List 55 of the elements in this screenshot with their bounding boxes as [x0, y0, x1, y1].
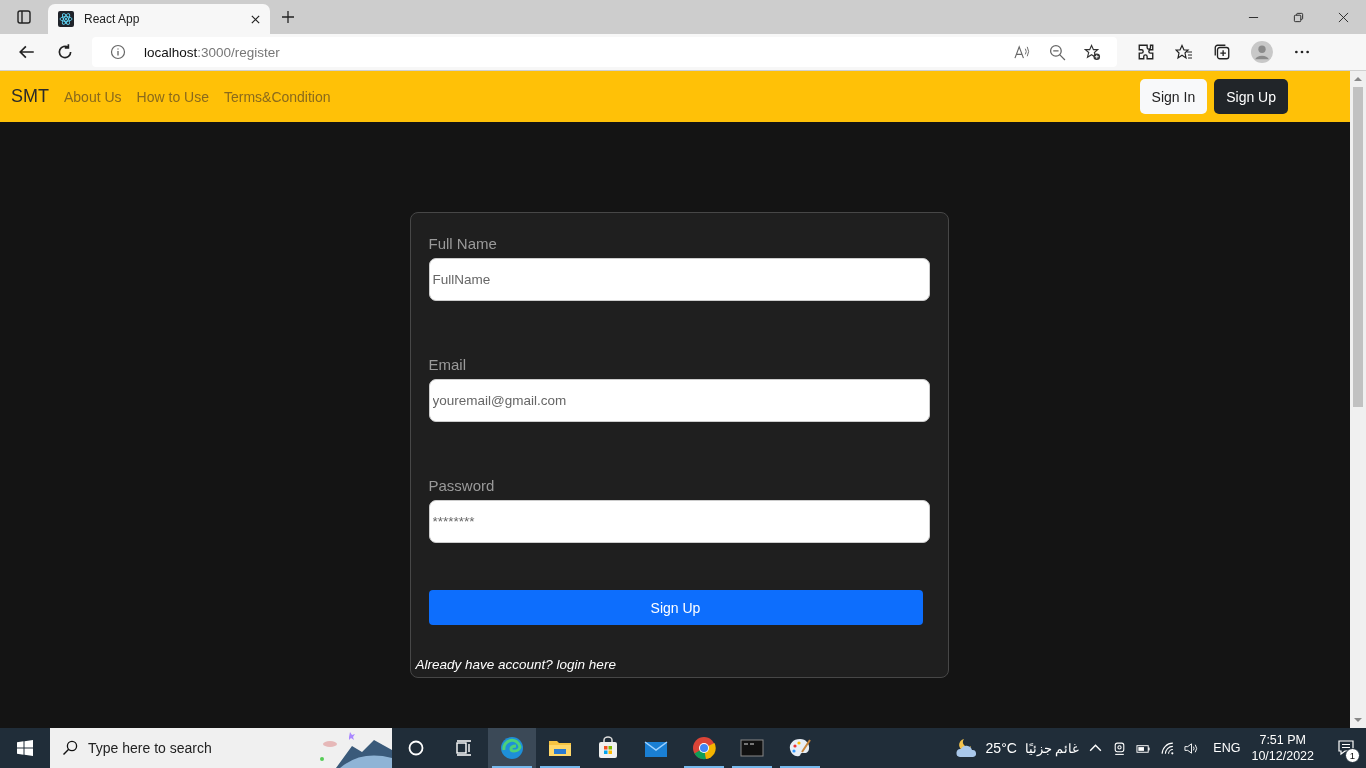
input-field[interactable]: FullName — [428, 258, 930, 301]
field-label: Password — [428, 477, 496, 494]
shopping-bag-icon — [596, 736, 620, 760]
scroll-down-icon[interactable] — [1354, 717, 1362, 723]
notification-icon[interactable] — [1337, 739, 1355, 757]
restore-icon[interactable] — [1293, 12, 1304, 23]
scroll-up-icon[interactable] — [1354, 76, 1362, 82]
login-link[interactable]: Already have account? login here — [415, 657, 616, 672]
input-field[interactable]: youremail@gmail.com — [428, 379, 930, 422]
collections-icon[interactable] — [1213, 43, 1231, 61]
date-text: 10/12/2022 — [1251, 749, 1314, 763]
wifi-icon[interactable] — [1160, 740, 1176, 756]
chrome-icon — [692, 736, 716, 760]
field-label: Email — [428, 356, 467, 373]
close-icon[interactable] — [1338, 12, 1349, 23]
react-icon — [58, 11, 74, 27]
read-aloud-icon[interactable] — [1014, 43, 1031, 61]
scrollbar[interactable] — [1350, 71, 1366, 728]
taskbar-search-field[interactable]: Type here to search — [50, 728, 392, 768]
address-bar[interactable]: localhost:3000/register — [92, 37, 1117, 67]
favorites-icon[interactable] — [1175, 43, 1193, 61]
field-label: Full Name — [428, 235, 498, 252]
tab-actions-icon[interactable] — [16, 9, 32, 25]
terminal-icon — [740, 736, 764, 760]
sign-in-button[interactable]: Sign In — [1139, 79, 1208, 114]
new-tab-icon[interactable] — [280, 9, 296, 25]
tab-title: React App — [84, 12, 141, 26]
close-icon[interactable] — [250, 13, 261, 25]
brand-logo[interactable]: SMT — [11, 86, 49, 107]
sign-up-button[interactable]: Sign Up — [428, 590, 923, 625]
search-placeholder: Type here to search — [88, 740, 212, 756]
browser-tab[interactable]: React App — [48, 4, 270, 34]
info-icon — [110, 44, 126, 60]
favorite-add-icon[interactable] — [1084, 43, 1101, 61]
cortana-icon[interactable] — [406, 738, 426, 758]
clock[interactable]: 7:51 PM 10/12/2022 — [1251, 733, 1314, 763]
refresh-icon[interactable] — [56, 43, 74, 61]
profile-avatar-icon[interactable] — [1251, 41, 1273, 63]
windows-start-icon[interactable] — [17, 740, 33, 756]
time-text: 7:51 PM — [1259, 733, 1306, 747]
sign-up-button[interactable]: Sign Up — [1214, 79, 1288, 114]
scrollbar-thumb[interactable] — [1353, 87, 1363, 407]
extensions-icon[interactable] — [1137, 43, 1155, 61]
search-icon — [62, 740, 78, 756]
task-view-icon[interactable] — [454, 738, 474, 758]
temperature-text[interactable]: 25°C — [985, 740, 1017, 756]
url-text: localhost:3000/register — [144, 44, 280, 60]
back-icon[interactable] — [18, 43, 36, 61]
speaker-icon[interactable] — [1184, 740, 1200, 756]
weather-text[interactable]: غائم جزئيًا — [1024, 740, 1080, 756]
wave-logo-icon — [500, 736, 524, 760]
language-indicator[interactable]: ENG — [1213, 741, 1241, 755]
zoom-out-icon[interactable] — [1049, 43, 1066, 61]
notification-count: 1 — [1345, 748, 1360, 763]
input-field[interactable]: ******** — [428, 500, 930, 543]
